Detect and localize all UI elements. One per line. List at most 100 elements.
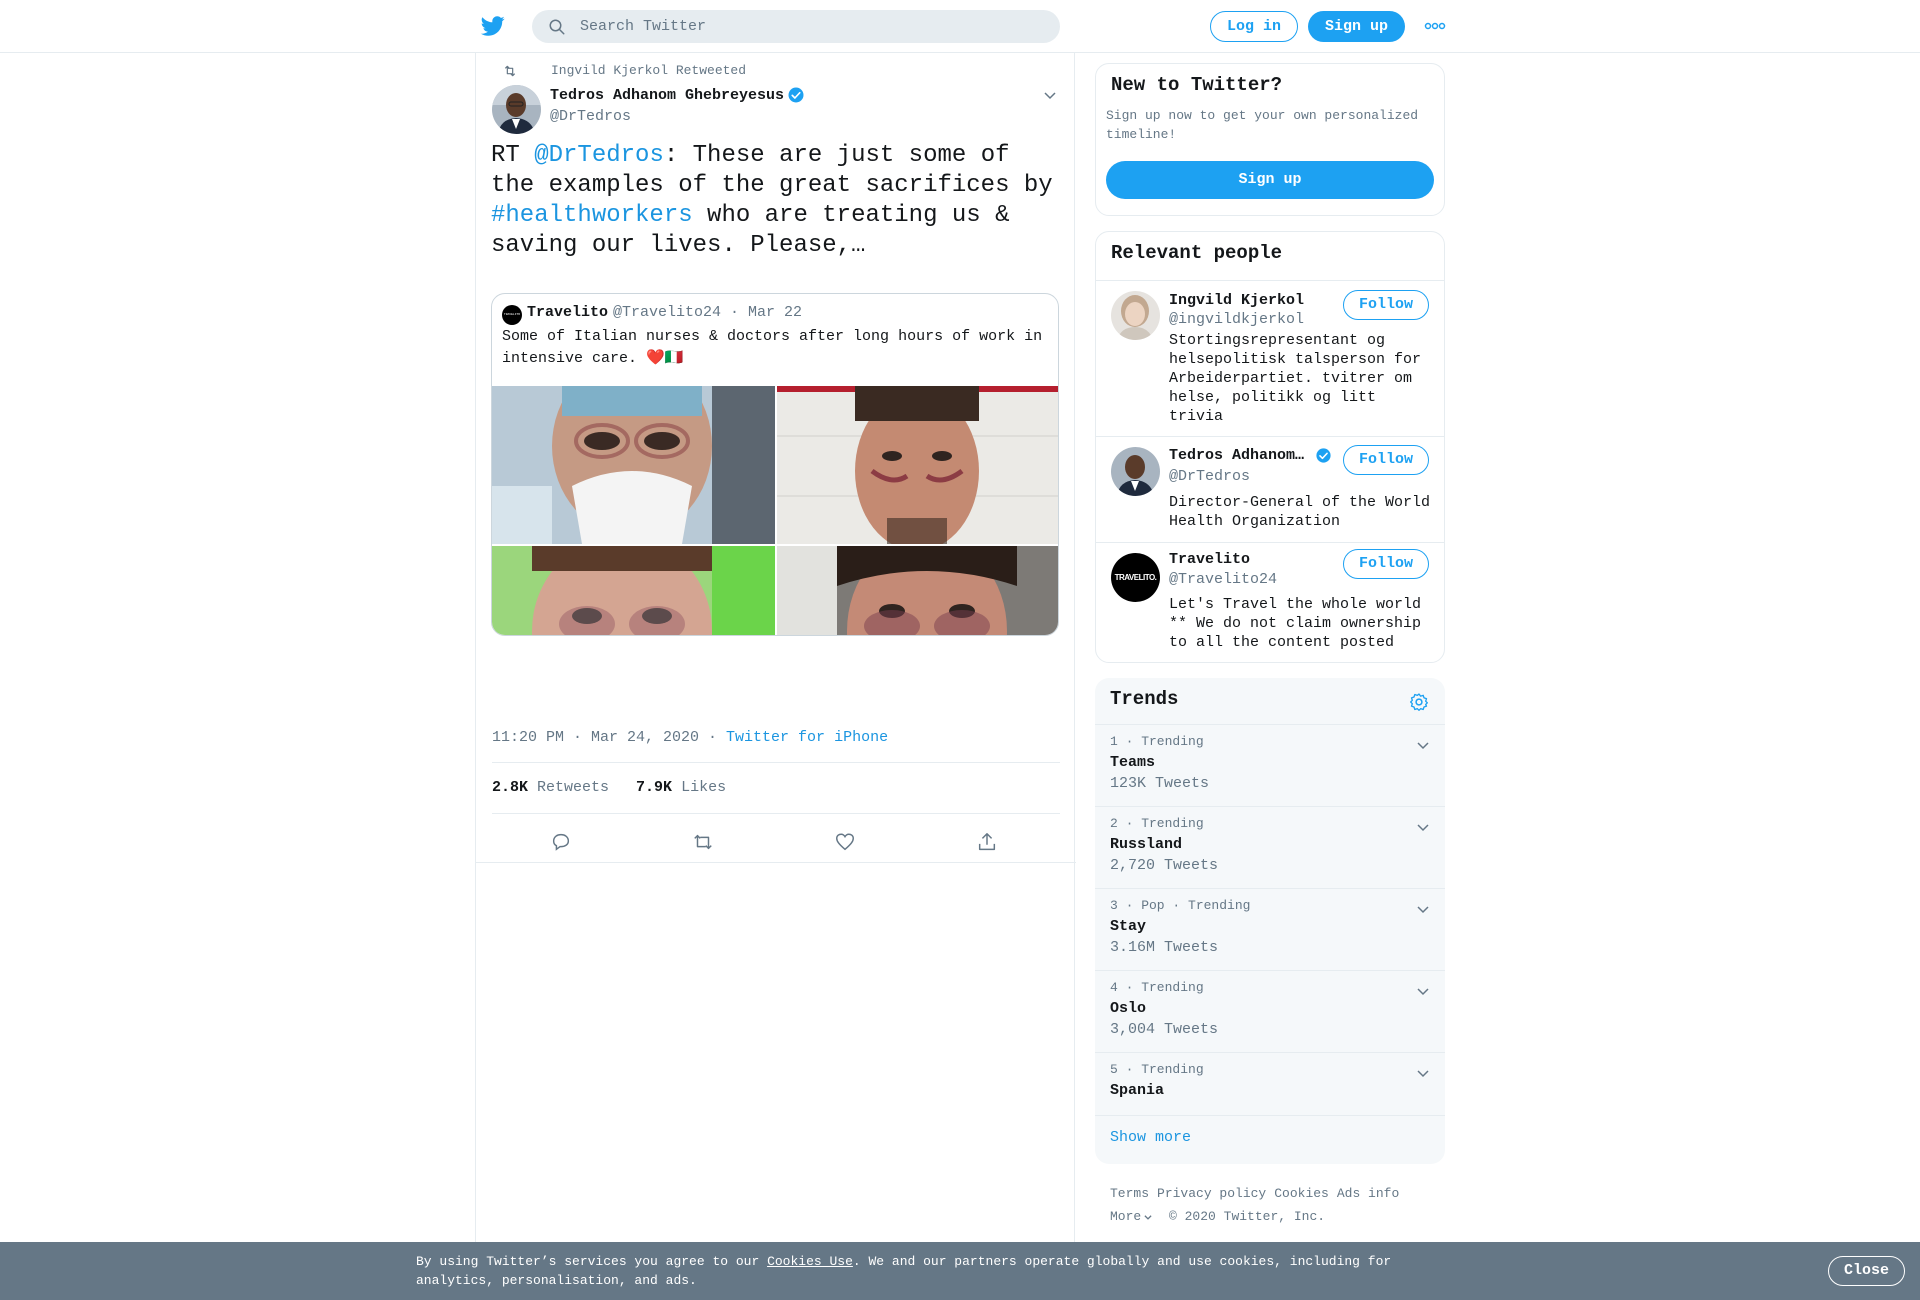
trend-meta: 5 · Trending: [1110, 1062, 1204, 1077]
quoted-author-handle-date: @Travelito24 · Mar 22: [613, 304, 803, 321]
trend-item[interactable]: 1 · Trending Teams 123K Tweets: [1095, 724, 1445, 806]
person-item[interactable]: TRAVELITO. Travelito @Travelito24 Follow…: [1096, 542, 1444, 662]
person-avatar[interactable]: [1111, 291, 1160, 340]
media-photo[interactable]: [492, 386, 775, 544]
retweets-label[interactable]: Retweets: [528, 779, 609, 796]
author-name[interactable]: Tedros Adhanom Ghebreyesus: [550, 87, 784, 104]
settings-icon[interactable]: [1409, 692, 1429, 712]
chevron-down-icon[interactable]: [1415, 819, 1431, 835]
divider: [476, 862, 1076, 863]
trend-item[interactable]: 5 · Trending Spania: [1095, 1052, 1445, 1116]
person-name[interactable]: Ingvild Kjerkol: [1169, 292, 1304, 309]
likes-label[interactable]: Likes: [672, 779, 726, 796]
quoted-author-name: Travelito: [527, 304, 609, 321]
tweet-text-prefix: RT: [491, 142, 535, 169]
chevron-down-icon: [1144, 1214, 1152, 1220]
footer-link-terms[interactable]: Terms: [1110, 1186, 1149, 1201]
quoted-tweet[interactable]: TRAVELITO Travelito @Travelito24 · Mar 2…: [491, 293, 1059, 636]
person-item[interactable]: Ingvild Kjerkol @ingvildkjerkol Follow S…: [1096, 280, 1444, 440]
follow-button[interactable]: Follow: [1343, 445, 1429, 475]
trend-item[interactable]: 3 · Pop · Trending Stay 3.16M Tweets: [1095, 888, 1445, 970]
trend-meta: 2 · Trending: [1110, 816, 1204, 831]
mention-link[interactable]: @DrTedros: [534, 142, 664, 169]
tweet-source-link[interactable]: Twitter for iPhone: [726, 729, 888, 746]
new-to-twitter-title: New to Twitter?: [1111, 74, 1283, 96]
trend-count: 123K Tweets: [1110, 775, 1210, 792]
person-item[interactable]: Tedros Adhanom… @DrTedros Follow Directo…: [1096, 436, 1444, 542]
show-more-link[interactable]: Show more: [1110, 1129, 1191, 1146]
person-handle[interactable]: @Travelito24: [1169, 571, 1277, 588]
person-handle[interactable]: @DrTedros: [1169, 468, 1250, 485]
quoted-avatar[interactable]: TRAVELITO: [502, 305, 522, 325]
chevron-down-icon[interactable]: [1415, 983, 1431, 999]
chevron-down-icon[interactable]: [1415, 737, 1431, 753]
person-avatar-text: TRAVELITO.: [1114, 573, 1157, 582]
search-icon: [549, 19, 565, 35]
person-avatar[interactable]: [1111, 447, 1160, 496]
verified-badge-icon: [1316, 448, 1331, 463]
copyright: © 2020 Twitter, Inc.: [1169, 1209, 1326, 1224]
trend-count: 3,004 Tweets: [1110, 1021, 1219, 1038]
trend-name[interactable]: Oslo: [1110, 1000, 1146, 1017]
trend-name[interactable]: Teams: [1110, 754, 1155, 771]
quoted-text: Some of Italian nurses & doctors after l…: [502, 328, 1043, 367]
media-photo[interactable]: [492, 546, 775, 635]
timestamp-text[interactable]: 11:20 PM · Mar 24, 2020 ·: [492, 729, 726, 746]
footer-link-ads[interactable]: Ads info: [1337, 1186, 1399, 1201]
trend-meta: 4 · Trending: [1110, 980, 1204, 995]
footer-links: Terms Privacy policy Cookies Ads info More …: [1110, 1182, 1440, 1228]
chevron-down-icon[interactable]: [1415, 901, 1431, 917]
follow-button[interactable]: Follow: [1343, 290, 1429, 320]
retweet-context-label: Ingvild Kjerkol Retweeted: [551, 63, 747, 78]
chevron-down-icon[interactable]: [1415, 1065, 1431, 1081]
trend-name[interactable]: Russland: [1110, 836, 1182, 853]
person-name[interactable]: Travelito: [1169, 551, 1250, 568]
new-to-twitter-card: New to Twitter? Sign up now to get your …: [1095, 63, 1445, 216]
search-input[interactable]: [580, 10, 1040, 43]
follow-button[interactable]: Follow: [1343, 549, 1429, 579]
trends-title: Trends: [1110, 688, 1179, 710]
twitter-bird-icon[interactable]: [480, 14, 506, 38]
footer-link-privacy[interactable]: Privacy policy: [1157, 1186, 1266, 1201]
verified-badge-icon: [788, 87, 804, 103]
divider: [492, 762, 1060, 763]
retweet-context: Ingvild Kjerkol Retweeted: [504, 63, 747, 78]
footer-more-link[interactable]: More: [1110, 1209, 1153, 1224]
relevant-people-title: Relevant people: [1111, 242, 1283, 264]
media-photo[interactable]: [777, 386, 1058, 544]
retweets-count[interactable]: 2.8K: [492, 779, 528, 796]
like-icon[interactable]: [834, 831, 856, 853]
trend-name[interactable]: Stay: [1110, 918, 1146, 935]
relevant-people-card: Relevant people Ingvild Kjerkol @ingvild…: [1095, 231, 1445, 663]
trend-item[interactable]: 4 · Trending Oslo 3,004 Tweets: [1095, 970, 1445, 1052]
trend-item[interactable]: 2 · Trending Russland 2,720 Tweets: [1095, 806, 1445, 888]
tweet-text: RT @DrTedros: These are just some of the…: [491, 141, 1061, 261]
media-grid: [492, 386, 1058, 635]
trend-count: 3.16M Tweets: [1110, 939, 1219, 956]
login-button[interactable]: Log in: [1210, 11, 1298, 42]
person-name[interactable]: Tedros Adhanom…: [1169, 447, 1304, 464]
author-handle[interactable]: @DrTedros: [550, 108, 631, 125]
person-avatar[interactable]: TRAVELITO.: [1111, 553, 1160, 602]
tweet-actions: [492, 825, 1060, 865]
more-icon[interactable]: [1424, 20, 1446, 32]
hashtag-link[interactable]: #healthworkers: [491, 202, 693, 229]
trend-name[interactable]: Spania: [1110, 1082, 1164, 1099]
cookie-banner: By using Twitter’s services you agree to…: [0, 1242, 1920, 1300]
media-photo[interactable]: [777, 546, 1058, 635]
footer-link-cookies[interactable]: Cookies: [1274, 1186, 1329, 1201]
cookie-close-button[interactable]: Close: [1828, 1256, 1905, 1286]
signup-button[interactable]: Sign up: [1308, 11, 1405, 42]
likes-count[interactable]: 7.9K: [636, 779, 672, 796]
cookie-text: By using Twitter’s services you agree to…: [416, 1252, 1416, 1290]
sidebar-signup-button[interactable]: Sign up: [1106, 161, 1434, 199]
retweet-icon[interactable]: [692, 831, 714, 853]
search-bar[interactable]: [532, 10, 1060, 43]
tweet-stats: 2.8K Retweets 7.9K Likes: [492, 779, 726, 796]
person-handle[interactable]: @ingvildkjerkol: [1169, 311, 1304, 328]
author-avatar[interactable]: [492, 85, 541, 134]
chevron-down-icon[interactable]: [1042, 87, 1058, 103]
reply-icon[interactable]: [550, 831, 572, 853]
cookies-use-link[interactable]: Cookies Use: [767, 1254, 853, 1269]
share-icon[interactable]: [976, 831, 998, 853]
